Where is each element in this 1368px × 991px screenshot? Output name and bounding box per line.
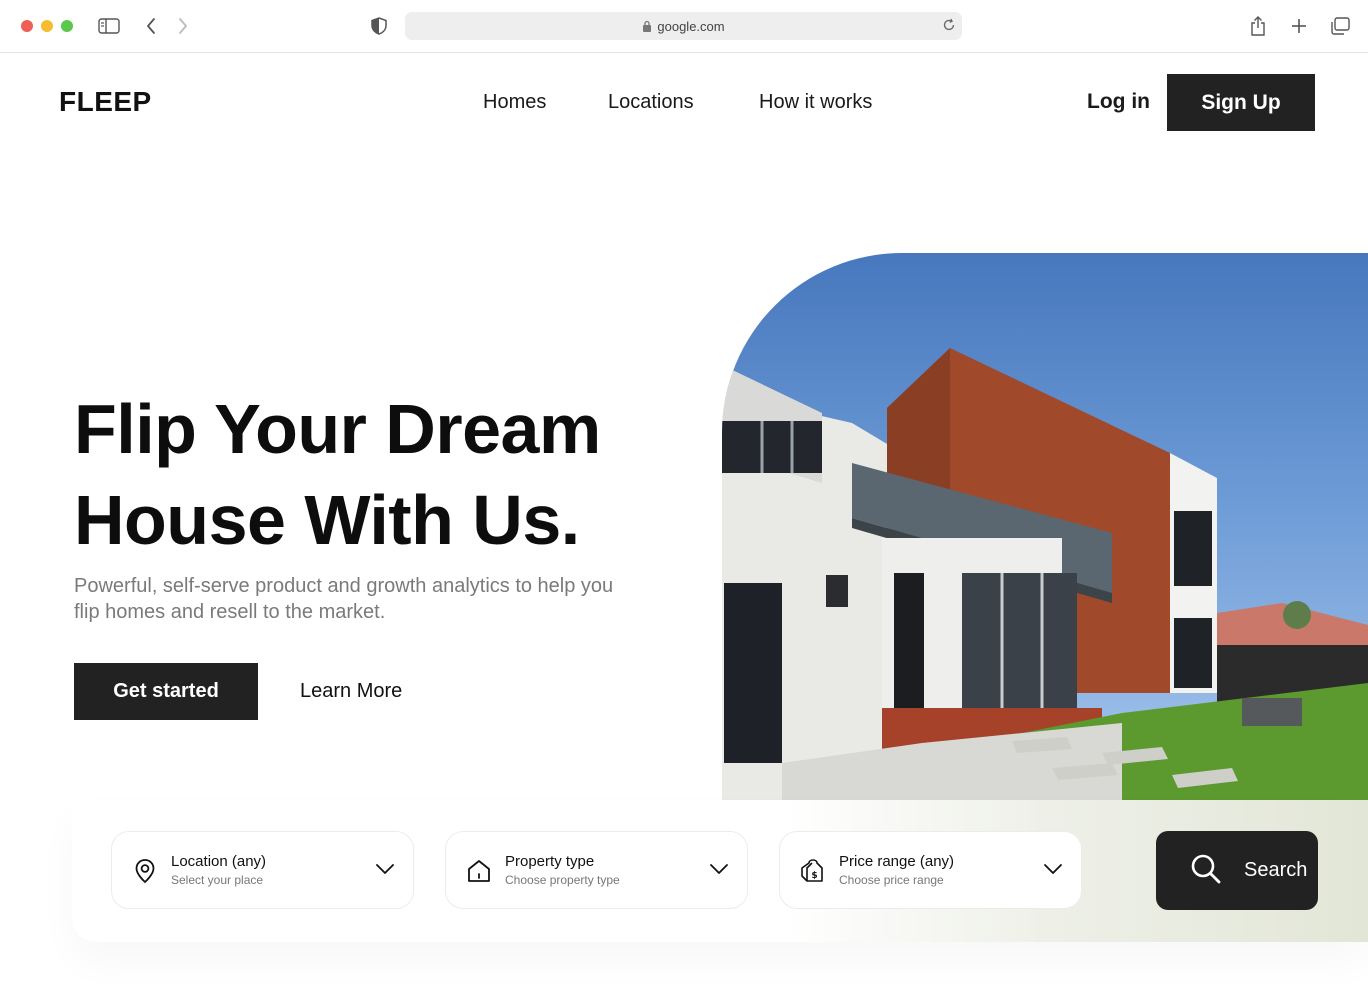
location-hint: Select your place	[171, 873, 264, 887]
price-range-dropdown[interactable]: $ Price range (any) Choose price range	[779, 831, 1082, 909]
nav-link-how-it-works[interactable]: How it works	[759, 91, 872, 114]
site-logo[interactable]: FLEEP	[59, 86, 152, 118]
location-label: Location (any)	[171, 853, 267, 870]
price-range-label: Price range (any)	[839, 853, 955, 870]
location-pin-icon	[132, 858, 158, 884]
new-tab-icon[interactable]	[1287, 14, 1311, 38]
get-started-button[interactable]: Get started	[74, 663, 258, 720]
svg-text:$: $	[811, 871, 817, 881]
chevron-down-icon	[375, 862, 395, 880]
chevron-down-icon	[1043, 862, 1063, 880]
price-tag-icon: $	[800, 858, 826, 884]
search-button-label: Search	[1244, 859, 1308, 881]
close-window-button[interactable]	[21, 20, 33, 32]
property-type-hint: Choose property type	[505, 873, 620, 887]
nav-link-homes[interactable]: Homes	[483, 91, 546, 114]
hero-title-line-2: House With Us.	[74, 481, 580, 559]
property-type-label: Property type	[505, 853, 595, 870]
hero-house-image	[722, 253, 1368, 800]
sidebar-toggle-icon[interactable]	[97, 14, 121, 38]
house-icon	[466, 858, 492, 884]
browser-toolbar: google.com	[0, 0, 1368, 53]
login-link[interactable]: Log in	[1087, 90, 1150, 114]
back-arrow-icon[interactable]	[139, 14, 163, 38]
price-range-hint: Choose price range	[839, 873, 944, 887]
maximize-window-button[interactable]	[61, 20, 73, 32]
reload-icon[interactable]	[942, 18, 956, 35]
property-type-dropdown[interactable]: Property type Choose property type	[445, 831, 748, 909]
hero-subtitle: Powerful, self-serve product and growth …	[74, 575, 614, 623]
url-text: google.com	[657, 18, 725, 34]
lock-icon	[642, 20, 652, 32]
search-button[interactable]: Search	[1156, 831, 1318, 910]
hero-title: Flip Your Dream House With Us.	[74, 384, 674, 566]
signup-button[interactable]: Sign Up	[1167, 74, 1315, 131]
address-bar[interactable]: google.com	[405, 12, 962, 40]
share-icon[interactable]	[1246, 14, 1270, 38]
minimize-window-button[interactable]	[41, 20, 53, 32]
shield-icon[interactable]	[367, 14, 391, 38]
location-dropdown[interactable]: Location (any) Select your place	[111, 831, 414, 909]
nav-link-locations[interactable]: Locations	[608, 91, 694, 114]
tab-overview-icon[interactable]	[1328, 14, 1352, 38]
chevron-down-icon	[709, 862, 729, 880]
learn-more-link[interactable]: Learn More	[300, 680, 402, 703]
forward-arrow-icon[interactable]	[171, 14, 195, 38]
hero-title-line-1: Flip Your Dream	[74, 390, 601, 468]
search-icon	[1190, 853, 1222, 890]
